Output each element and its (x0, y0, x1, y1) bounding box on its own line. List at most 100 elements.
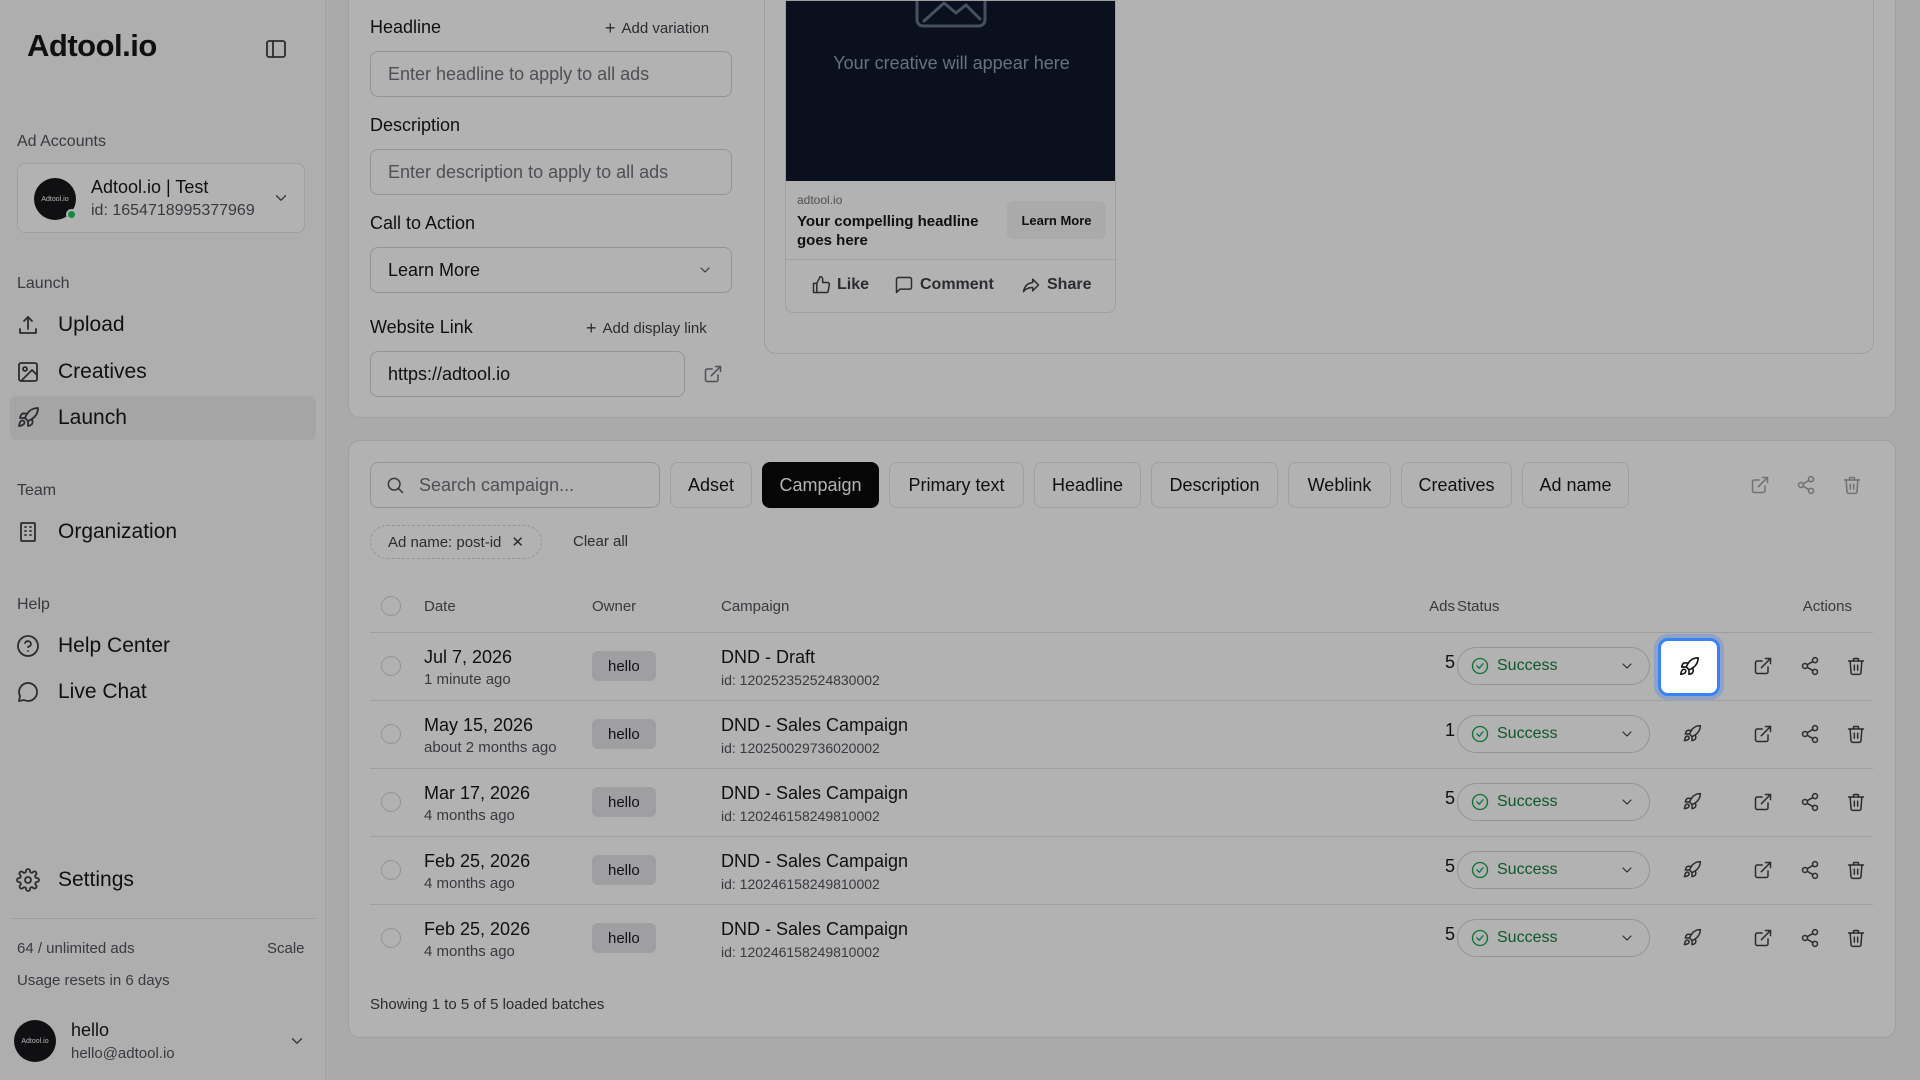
open-link-button[interactable] (1745, 852, 1781, 888)
ad-accounts-label: Ad Accounts (17, 133, 106, 150)
delete-button[interactable] (1838, 852, 1874, 888)
description-input[interactable]: Enter description to apply to all ads (370, 149, 732, 195)
tab-primary-text[interactable]: Primary text (889, 462, 1024, 508)
check-circle-icon (1471, 725, 1489, 743)
tab-headline[interactable]: Headline (1034, 462, 1141, 508)
bulk-open-icon[interactable] (1750, 475, 1770, 495)
row-checkbox[interactable] (381, 792, 401, 812)
launch-button[interactable] (1674, 716, 1710, 752)
trash-icon (1847, 929, 1865, 948)
filter-chip-ad-name[interactable]: Ad name: post-id ✕ (370, 525, 542, 559)
status-dropdown[interactable]: Success (1457, 647, 1650, 685)
column-header-ads[interactable]: Ads (1410, 598, 1455, 615)
bulk-delete-icon[interactable] (1842, 475, 1862, 495)
delete-button[interactable] (1838, 648, 1874, 684)
campaign-name[interactable]: DND - Sales Campaign (721, 919, 908, 940)
rocket-icon (1683, 792, 1702, 810)
launch-button-focused[interactable] (1658, 638, 1720, 696)
column-header-owner[interactable]: Owner (592, 598, 636, 615)
share-icon (1801, 860, 1819, 880)
add-display-link-button[interactable]: + Add display link (586, 318, 707, 339)
ad-account-selector[interactable]: Adtool.io Adtool.io | Test id: 165471899… (17, 163, 305, 233)
select-all-checkbox[interactable] (381, 596, 401, 616)
sidebar-item-launch[interactable]: Launch (10, 396, 316, 440)
delete-button[interactable] (1838, 716, 1874, 752)
check-circle-icon (1471, 861, 1489, 879)
cta-select[interactable]: Learn More (370, 247, 732, 293)
delete-button[interactable] (1838, 784, 1874, 820)
sidebar-toggle-icon[interactable] (264, 37, 288, 61)
bulk-share-icon[interactable] (1796, 475, 1816, 495)
status-dropdown[interactable]: Success (1457, 851, 1650, 889)
tab-description[interactable]: Description (1151, 462, 1278, 508)
tab-campaign[interactable]: Campaign (762, 462, 879, 508)
upload-icon (16, 313, 40, 337)
status-dropdown[interactable]: Success (1457, 919, 1650, 957)
tab-weblink[interactable]: Weblink (1288, 462, 1391, 508)
row-checkbox[interactable] (381, 656, 401, 676)
row-checkbox[interactable] (381, 928, 401, 948)
creative-placeholder-text: Your creative will appear here (833, 53, 1070, 73)
trash-icon (1847, 657, 1865, 676)
owner-badge: hello (592, 719, 656, 749)
status-dropdown[interactable]: Success (1457, 783, 1650, 821)
row-relative-time: 4 months ago (424, 875, 515, 892)
owner-badge: hello (592, 923, 656, 953)
share-button[interactable] (1792, 852, 1828, 888)
sidebar-item-upload[interactable]: Upload (10, 303, 316, 347)
open-link-button[interactable] (1745, 920, 1781, 956)
clear-all-button[interactable]: Clear all (573, 533, 628, 550)
chevron-down-icon (1619, 930, 1635, 946)
launch-button[interactable] (1674, 852, 1710, 888)
cta-label: Call to Action (370, 213, 476, 233)
search-input[interactable]: Search campaign... (370, 462, 660, 508)
launch-button[interactable] (1674, 784, 1710, 820)
website-link-input[interactable]: https://adtool.io (370, 351, 685, 397)
share-button[interactable] (1792, 648, 1828, 684)
tab-adset[interactable]: Adset (670, 462, 752, 508)
app-logo[interactable]: Adtool.io (27, 28, 157, 64)
column-header-campaign[interactable]: Campaign (721, 598, 789, 615)
table-row[interactable]: Feb 25, 2026 4 months ago hello DND - Sa… (0, 904, 1920, 972)
sidebar-item-label: Organization (58, 520, 178, 543)
open-link-button[interactable] (1745, 716, 1781, 752)
close-icon[interactable]: ✕ (511, 533, 524, 551)
status-dropdown[interactable]: Success (1457, 715, 1650, 753)
headline-input[interactable]: Enter headline to apply to all ads (370, 51, 732, 97)
user-menu[interactable]: Adtool.io hello hello@adtool.io (14, 1020, 314, 1070)
open-link-button[interactable] (1745, 648, 1781, 684)
column-header-date[interactable]: Date (424, 598, 456, 615)
table-row[interactable]: May 15, 2026 about 2 months ago hello DN… (0, 700, 1920, 768)
column-header-status[interactable]: Status (1457, 598, 1500, 615)
share-button[interactable] (1792, 716, 1828, 752)
sidebar-item-label: Creatives (58, 360, 147, 383)
row-date: Mar 17, 2026 (424, 783, 531, 803)
campaign-id: id: 120250029736020002 (721, 740, 880, 756)
share-button[interactable] (1792, 920, 1828, 956)
add-variation-button[interactable]: + Add variation (605, 18, 709, 39)
tab-creatives[interactable]: Creatives (1401, 462, 1512, 508)
owner-badge: hello (592, 855, 656, 885)
row-checkbox[interactable] (381, 724, 401, 744)
sidebar-item-creatives[interactable]: Creatives (10, 350, 316, 394)
launch-button[interactable] (1674, 920, 1710, 956)
campaign-name[interactable]: DND - Sales Campaign (721, 715, 908, 736)
campaign-name[interactable]: DND - Sales Campaign (721, 783, 908, 804)
sidebar-item-organization[interactable]: Organization (10, 510, 316, 554)
external-link-icon[interactable] (703, 364, 723, 384)
row-date: Feb 25, 2026 (424, 919, 531, 939)
pagination-summary: Showing 1 to 5 of 5 loaded batches (370, 996, 605, 1013)
delete-button[interactable] (1838, 920, 1874, 956)
share-button[interactable] (1792, 784, 1828, 820)
preview-comment: Comment (894, 275, 994, 295)
row-checkbox[interactable] (381, 860, 401, 880)
image-icon (16, 360, 40, 384)
table-row[interactable]: Mar 17, 2026 4 months ago hello DND - Sa… (0, 768, 1920, 836)
table-row[interactable]: Feb 25, 2026 4 months ago hello DND - Sa… (0, 836, 1920, 904)
website-link-label: Website Link (370, 317, 473, 337)
tab-ad-name[interactable]: Ad name (1522, 462, 1629, 508)
campaign-name[interactable]: DND - Draft (721, 647, 815, 668)
table-row[interactable]: Jul 7, 2026 1 minute ago hello DND - Dra… (0, 632, 1920, 700)
campaign-name[interactable]: DND - Sales Campaign (721, 851, 908, 872)
open-link-button[interactable] (1745, 784, 1781, 820)
